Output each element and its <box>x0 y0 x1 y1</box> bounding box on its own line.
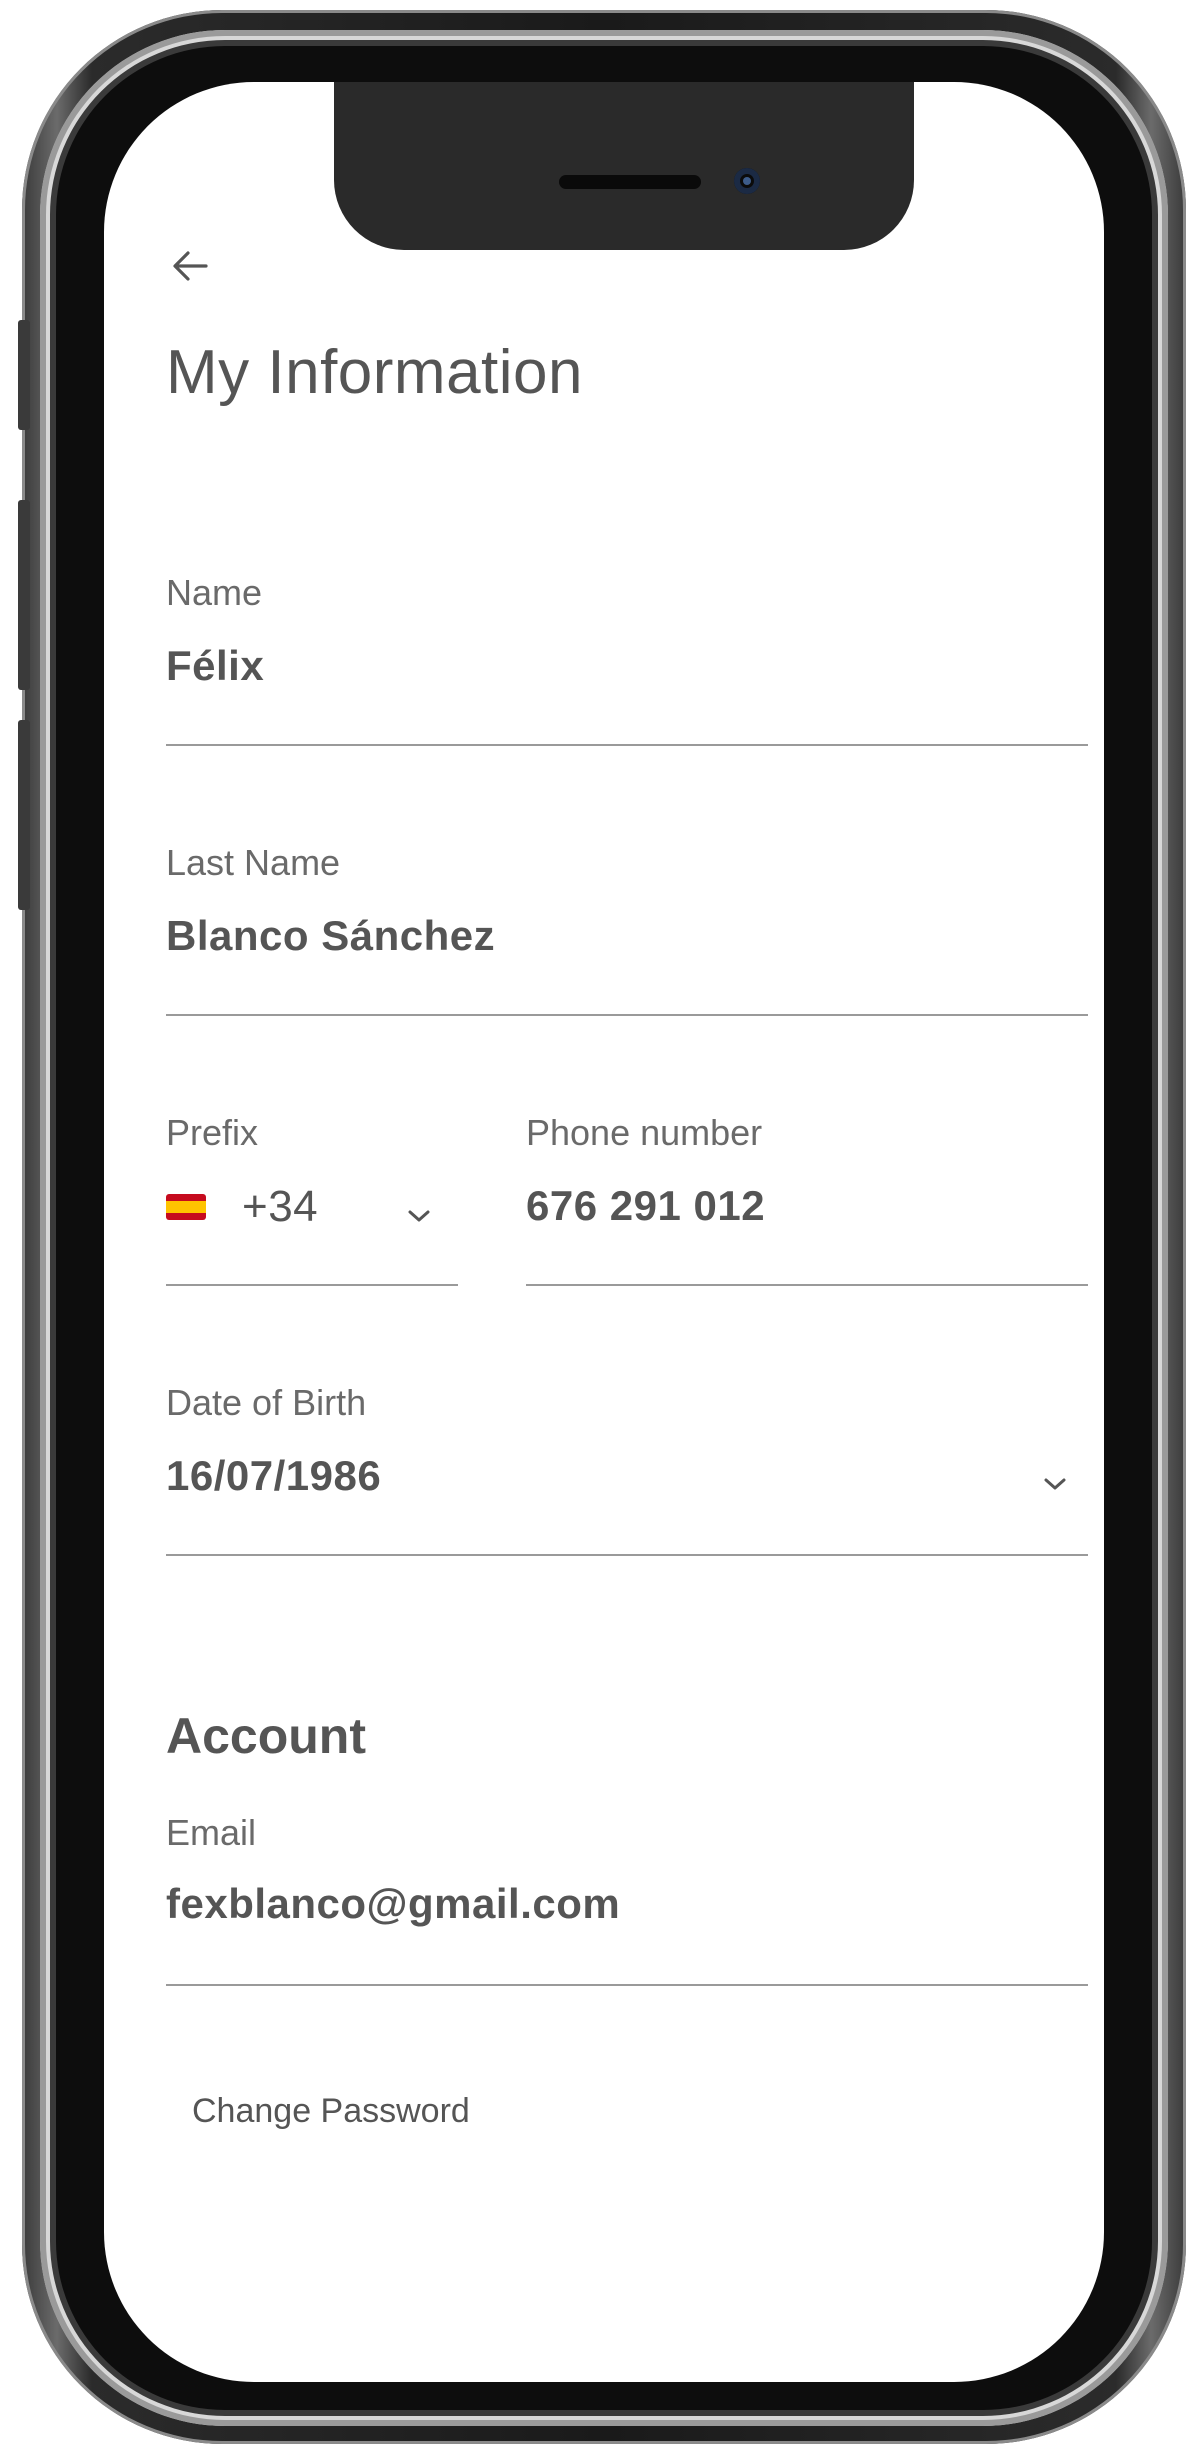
front-camera <box>734 168 760 194</box>
date-of-birth-label: Date of Birth <box>166 1382 367 1423</box>
name-label: Name <box>166 572 263 613</box>
volume-down-button <box>18 720 30 910</box>
prefix-select[interactable]: Prefix +34 <box>166 1112 458 1292</box>
phone-screen: My Information Name Félix Last Name Blan… <box>104 82 1104 2382</box>
phone-number-value: 676 291 012 <box>526 1182 766 1229</box>
phone-number-underline <box>526 1284 1088 1286</box>
email-label: Email <box>166 1812 257 1853</box>
notch <box>334 82 914 250</box>
prefix-underline <box>166 1284 458 1286</box>
mute-switch <box>18 320 30 430</box>
phone-number-label: Phone number <box>526 1112 763 1153</box>
date-of-birth-select[interactable]: Date of Birth 16/07/1986 <box>166 1382 1088 1562</box>
last-name-label: Last Name <box>166 842 341 883</box>
prefix-label: Prefix <box>166 1112 259 1153</box>
name-field[interactable]: Name Félix <box>166 572 1088 752</box>
phone-number-field[interactable]: Phone number 676 291 012 <box>526 1112 1088 1292</box>
device-stage: My Information Name Félix Last Name Blan… <box>0 0 1201 2448</box>
chevron-down-icon[interactable] <box>1040 1474 1070 1494</box>
date-of-birth-value: 16/07/1986 <box>166 1452 382 1499</box>
date-of-birth-underline <box>166 1554 1088 1556</box>
arrow-left-icon <box>173 251 208 281</box>
email-underline <box>166 1984 1088 1986</box>
chevron-down-icon[interactable] <box>404 1206 434 1226</box>
account-heading: Account <box>166 1708 366 1764</box>
prefix-value: +34 <box>242 1182 319 1231</box>
change-password-link[interactable]: Change Password <box>192 2092 470 2131</box>
back-button[interactable] <box>166 242 214 290</box>
volume-up-button <box>18 500 30 690</box>
page-title: My Information <box>166 338 584 407</box>
last-name-field[interactable]: Last Name Blanco Sánchez <box>166 842 1088 1022</box>
email-field[interactable]: Email fexblanco@gmail.com <box>166 1812 1088 1992</box>
email-value: fexblanco@gmail.com <box>166 1880 621 1927</box>
speaker-grille <box>559 175 701 189</box>
name-underline <box>166 744 1088 746</box>
last-name-underline <box>166 1014 1088 1016</box>
spain-flag-icon <box>166 1194 206 1220</box>
last-name-value: Blanco Sánchez <box>166 912 496 959</box>
name-value: Félix <box>166 642 265 689</box>
